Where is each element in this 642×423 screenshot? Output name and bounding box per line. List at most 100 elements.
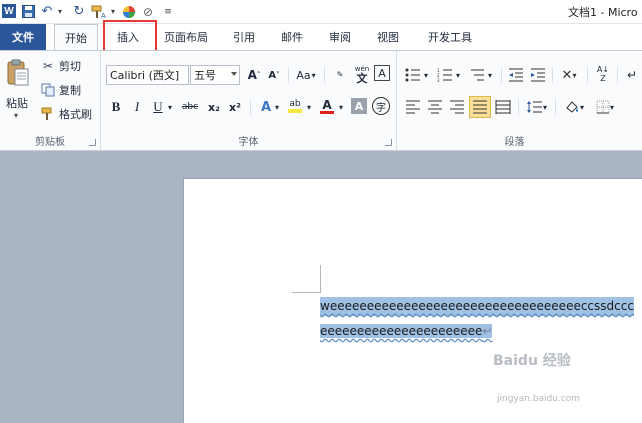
align-center-button[interactable] — [425, 97, 445, 117]
ribbon-tabs: 文件 开始 插入 页面布局 引用 邮件 审阅 视图 开发工具 — [0, 24, 642, 51]
char-border-icon: A — [378, 66, 386, 80]
increase-indent-button[interactable] — [528, 65, 548, 85]
align-right-button[interactable] — [447, 97, 467, 117]
format-painter-button[interactable]: 格式刷 — [40, 106, 92, 122]
format-painter-icon[interactable]: A — [89, 3, 109, 20]
multilevel-list-button[interactable] — [467, 65, 487, 85]
shading-dropdown-icon: ▾ — [579, 102, 584, 112]
font-color-dropdown-icon[interactable]: ▾ — [336, 97, 346, 117]
enclose-char-icon: 字 — [376, 102, 386, 114]
undo-icon[interactable]: ↶ — [39, 3, 55, 20]
painter-dropdown-icon[interactable]: ▾ — [108, 3, 118, 20]
multilevel-dropdown-icon[interactable]: ▾ — [485, 65, 495, 85]
undo-dropdown-icon[interactable]: ▾ — [55, 3, 65, 20]
para-separator-2 — [552, 67, 553, 83]
change-case-button[interactable]: Aa ▾ — [293, 65, 319, 85]
italic-button[interactable]: I — [127, 97, 147, 117]
document-page[interactable]: weeeeeeeeeeeeeeeeeeeeeeeeeeeeeeeeeeccssd… — [183, 178, 642, 423]
grow-font-button[interactable]: A ˄ — [244, 65, 264, 85]
svg-text:3: 3 — [437, 78, 440, 82]
distributed-button[interactable] — [493, 97, 513, 117]
align-left-button[interactable] — [403, 97, 423, 117]
decrease-indent-button[interactable] — [506, 65, 526, 85]
para-separator-4 — [617, 67, 618, 83]
highlight-dropdown-icon[interactable]: ▾ — [304, 97, 314, 117]
font-color-button[interactable]: A — [317, 96, 337, 116]
document-line-1[interactable]: weeeeeeeeeeeeeeeeeeeeeeeeeeeeeeeeeeccssd… — [320, 297, 634, 316]
save-icon[interactable] — [20, 3, 36, 20]
font-color-icon: A — [322, 97, 332, 112]
bullets-button[interactable] — [403, 65, 423, 85]
underline-dropdown-icon[interactable]: ▾ — [165, 97, 175, 117]
char-shading-button[interactable]: A — [351, 98, 367, 114]
show-marks-icon: ↵ — [626, 68, 638, 82]
font-name-combo[interactable]: Calibri (西文] — [106, 65, 189, 85]
tab-page-layout[interactable]: 页面布局 — [158, 24, 214, 50]
bullets-dropdown-icon[interactable]: ▾ — [421, 65, 431, 85]
clear-icon[interactable]: ⊘ — [140, 3, 156, 20]
paintbrush-icon — [40, 106, 56, 122]
paste-button[interactable]: 粘贴 — [6, 95, 28, 111]
shrink-font-button[interactable]: A ˅ — [264, 65, 284, 85]
numbering-dropdown-icon[interactable]: ▾ — [453, 65, 463, 85]
paste-icon[interactable] — [4, 57, 32, 89]
superscript-button[interactable]: x² — [225, 97, 245, 117]
font-size-dropdown-icon[interactable] — [231, 72, 237, 76]
tab-view[interactable]: 视图 — [370, 24, 406, 50]
bullets-icon — [405, 68, 420, 82]
borders-icon — [596, 100, 610, 114]
char-border-button[interactable]: A — [374, 65, 390, 81]
subscript-icon: x₂ — [208, 100, 220, 114]
tab-file[interactable]: 文件 — [0, 24, 46, 50]
borders-button[interactable]: ▾ — [593, 97, 617, 117]
strikethrough-icon: abc — [181, 102, 199, 112]
document-line-2-text: eeeeeeeeeeeeeeeeeeeeee — [320, 324, 483, 338]
word-icon[interactable]: W — [2, 4, 16, 18]
copy-button[interactable]: 复制 — [40, 82, 81, 98]
sort-button[interactable]: A↓ Z — [593, 64, 613, 84]
numbering-button[interactable]: 123 — [435, 65, 455, 85]
sort-icon: A↓ — [596, 65, 610, 74]
highlight-icon: ab — [289, 99, 301, 109]
tab-home[interactable]: 开始 — [54, 24, 98, 51]
text-effect-dropdown-icon[interactable]: ▾ — [272, 97, 282, 117]
justify-button[interactable] — [469, 96, 491, 118]
phonetic-guide-button[interactable]: wén 文 — [352, 64, 372, 84]
tab-references[interactable]: 引用 — [226, 24, 262, 50]
increase-indent-icon — [531, 68, 545, 82]
font-dialog-launcher[interactable] — [385, 139, 392, 146]
paragraph-group: ▾ 123 ▾ ▾ ✕ ▾ A↓ Z ↵ ▾ ▾ ▾ 段落 — [397, 51, 642, 151]
shading-button[interactable]: ▾ — [562, 97, 586, 117]
align-left-icon — [406, 100, 420, 114]
clipboard-dialog-launcher[interactable] — [89, 139, 96, 146]
chinese-layout-button[interactable]: ✕ ▾ — [557, 65, 581, 85]
shrink-font-icon: A — [268, 69, 277, 81]
show-marks-button[interactable]: ↵ — [622, 65, 642, 85]
paste-dropdown-icon[interactable]: ▾ — [14, 111, 18, 120]
clear-format-button[interactable]: ✎ — [330, 65, 350, 85]
paragraph-group-label: 段落 — [504, 137, 525, 148]
line-spacing-button[interactable]: ▾ — [525, 97, 549, 117]
change-case-dropdown-icon: ▾ — [311, 70, 316, 80]
cut-button[interactable]: ✂ 剪切 — [40, 58, 81, 74]
tab-developer[interactable]: 开发工具 — [420, 24, 480, 50]
tab-review[interactable]: 审阅 — [322, 24, 358, 50]
clipboard-group: 粘贴 ▾ ✂ 剪切 复制 格式刷 剪贴板 — [0, 51, 101, 151]
document-line-2[interactable]: eeeeeeeeeeeeeeeeeeeeee↵ — [320, 322, 493, 341]
redo-icon[interactable]: ↻ — [71, 3, 87, 20]
bold-button[interactable]: B — [106, 97, 126, 117]
subscript-button[interactable]: x₂ — [204, 97, 224, 117]
font-separator-2 — [324, 67, 325, 83]
highlight-button[interactable]: ab — [285, 96, 305, 116]
color-circle-icon[interactable] — [121, 3, 137, 20]
strikethrough-button[interactable]: abc — [179, 97, 201, 117]
font-separator — [288, 67, 289, 83]
customize-icon[interactable]: ≡ — [162, 3, 174, 20]
svg-text:A: A — [101, 12, 106, 20]
font-size-combo[interactable]: 五号 — [190, 65, 240, 85]
tab-mailings[interactable]: 邮件 — [274, 24, 310, 50]
margin-crop-mark-horizontal — [292, 292, 320, 293]
enclose-char-button[interactable]: 字 — [372, 97, 390, 115]
para-separator-5 — [518, 99, 519, 115]
distributed-icon — [495, 100, 511, 114]
